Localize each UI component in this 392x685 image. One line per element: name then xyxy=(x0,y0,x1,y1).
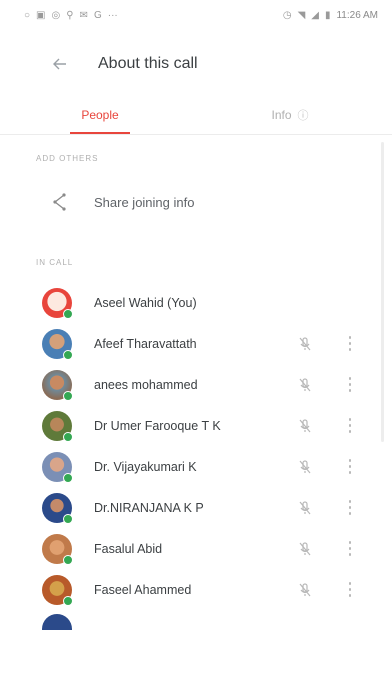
participant-row[interactable]: Dr.NIRANJANA K P xyxy=(0,487,392,528)
participant-name: Fasalul Abid xyxy=(94,541,163,556)
share-joining-info-button[interactable]: Share joining info xyxy=(0,182,392,222)
online-indicator xyxy=(63,308,73,319)
participant-name: anees mohammed xyxy=(94,377,198,392)
alarm-icon: ◷ xyxy=(282,9,292,21)
participant-row[interactable]: Dr. Vijayakumari K xyxy=(0,446,392,487)
more-vert-icon[interactable] xyxy=(346,376,354,394)
app-header: About this call xyxy=(0,44,392,84)
participant-row[interactable]: Aseel Wahid (You) xyxy=(0,282,392,323)
participant-row-partial[interactable] xyxy=(0,610,392,630)
battery-icon: ▮ xyxy=(324,9,331,21)
online-indicator xyxy=(63,513,73,524)
online-indicator xyxy=(63,431,73,442)
online-indicator xyxy=(63,390,73,401)
more-vert-icon[interactable] xyxy=(346,499,354,517)
more-dots-icon: ··· xyxy=(107,9,118,21)
mic-off-icon[interactable] xyxy=(296,376,314,394)
tab-label: People xyxy=(81,108,119,122)
more-vert-icon[interactable] xyxy=(346,335,354,353)
back-button[interactable] xyxy=(40,44,80,84)
mic-off-icon[interactable] xyxy=(296,335,314,353)
more-vert-icon[interactable] xyxy=(346,540,354,558)
avatar xyxy=(42,328,73,360)
participant-name: Aseel Wahid (You) xyxy=(94,295,197,310)
participant-row[interactable]: Fasalul Abid xyxy=(0,528,392,569)
more-vert-icon[interactable] xyxy=(346,458,354,476)
mic-off-icon[interactable] xyxy=(296,581,314,599)
email-icon: ✉ xyxy=(79,9,88,21)
avatar xyxy=(42,533,73,565)
participant-row[interactable]: anees mohammed xyxy=(0,364,392,405)
participant-row[interactable]: Afeef Tharavattath xyxy=(0,323,392,364)
participant-name: Faseel Ahammed xyxy=(94,582,192,597)
google-icon: G xyxy=(93,9,102,21)
mic-off-icon[interactable] xyxy=(296,540,314,558)
avatar xyxy=(42,451,73,483)
tab-label: Info xyxy=(271,108,292,122)
status-icons: ○ ▣ ◎ ⚲ ✉ G ··· xyxy=(24,10,118,21)
status-bar: ○ ▣ ◎ ⚲ ✉ G ··· ◷ ◥ ◢ ▮ 11:26 AM xyxy=(0,0,392,30)
participant-name: Dr Umer Farooque T K xyxy=(94,418,221,433)
online-indicator xyxy=(63,595,73,606)
online-indicator xyxy=(63,554,73,565)
tab-info[interactable]: Info ⓘ xyxy=(200,96,380,134)
section-label-in-call: IN CALL xyxy=(36,258,74,267)
avatar xyxy=(42,614,72,630)
section-label-add-others: ADD OTHERS xyxy=(36,154,99,163)
online-indicator xyxy=(63,349,73,360)
avatar xyxy=(42,492,73,524)
status-time: 11:26 AM xyxy=(336,9,378,21)
mic-off-icon[interactable] xyxy=(296,499,314,517)
share-icon xyxy=(53,193,66,211)
avatar xyxy=(42,369,73,401)
avatar xyxy=(42,410,73,442)
mic-off-icon[interactable] xyxy=(296,417,314,435)
tab-people[interactable]: People xyxy=(0,96,200,134)
more-vert-icon[interactable] xyxy=(346,581,354,599)
page-title: About this call xyxy=(98,55,198,72)
person-icon: ⚲ xyxy=(66,9,74,21)
tab-bar: People Info ⓘ xyxy=(0,96,392,134)
participant-name: Dr.NIRANJANA K P xyxy=(94,500,204,515)
mic-off-icon[interactable] xyxy=(296,458,314,476)
more-vert-icon[interactable] xyxy=(346,417,354,435)
whatsapp-icon: ◎ xyxy=(51,9,61,21)
online-indicator xyxy=(63,472,73,483)
status-right: ◷ ◥ ◢ ▮ 11:26 AM xyxy=(283,10,378,21)
arrow-back-icon xyxy=(53,58,66,70)
wifi-icon: ◥ xyxy=(297,9,306,21)
app-icon: ▣ xyxy=(36,9,46,21)
divider xyxy=(0,134,392,135)
share-label: Share joining info xyxy=(94,194,195,210)
participant-row[interactable]: Dr Umer Farooque T K xyxy=(0,405,392,446)
avatar xyxy=(42,574,73,606)
participant-name: Dr. Vijayakumari K xyxy=(94,459,197,474)
info-icon: ⓘ xyxy=(297,110,309,122)
signal-icon: ◢ xyxy=(311,9,319,21)
participant-name: Afeef Tharavattath xyxy=(94,336,197,351)
circle-icon: ○ xyxy=(24,9,31,21)
participant-list: Aseel Wahid (You) Afeef Tharavattath ane… xyxy=(0,282,392,630)
participant-row[interactable]: Faseel Ahammed xyxy=(0,569,392,610)
avatar xyxy=(42,287,73,319)
